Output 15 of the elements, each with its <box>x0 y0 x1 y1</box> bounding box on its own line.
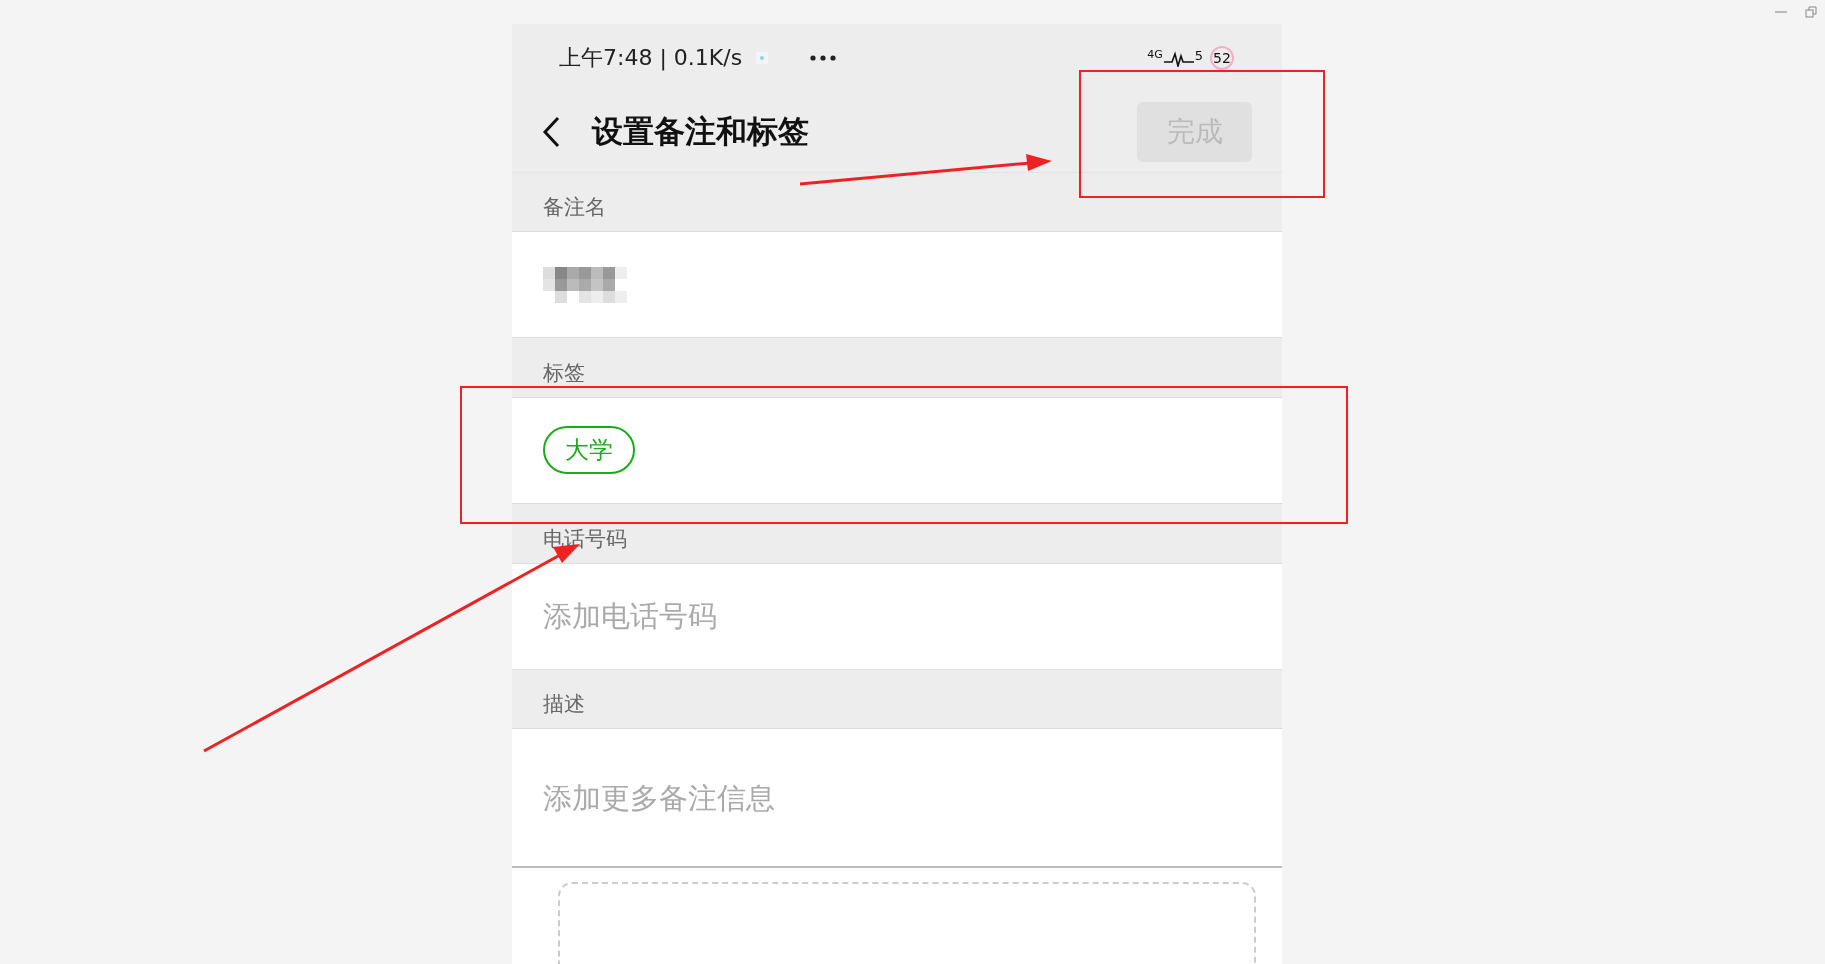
status-time: 上午7:48 | 0.1K/s <box>559 43 743 73</box>
signal-number: 5 <box>1194 47 1203 63</box>
section-label: 备注名 <box>543 194 606 222</box>
minimize-icon[interactable] <box>1775 10 1787 14</box>
battery-indicator: 52 <box>1210 45 1234 70</box>
network-type: 4G <box>1147 47 1163 61</box>
tag-chip[interactable]: 大学 <box>543 426 635 475</box>
back-icon[interactable] <box>542 115 560 148</box>
page-title: 设置备注和标签 <box>592 111 809 151</box>
description-input[interactable]: 添加更多备注信息 <box>543 780 1043 815</box>
more-icon <box>810 54 837 61</box>
restore-icon[interactable] <box>1805 6 1817 18</box>
app-notification-icon <box>756 51 769 64</box>
section-label: 描述 <box>543 691 585 719</box>
section-label: 标签 <box>543 359 585 387</box>
